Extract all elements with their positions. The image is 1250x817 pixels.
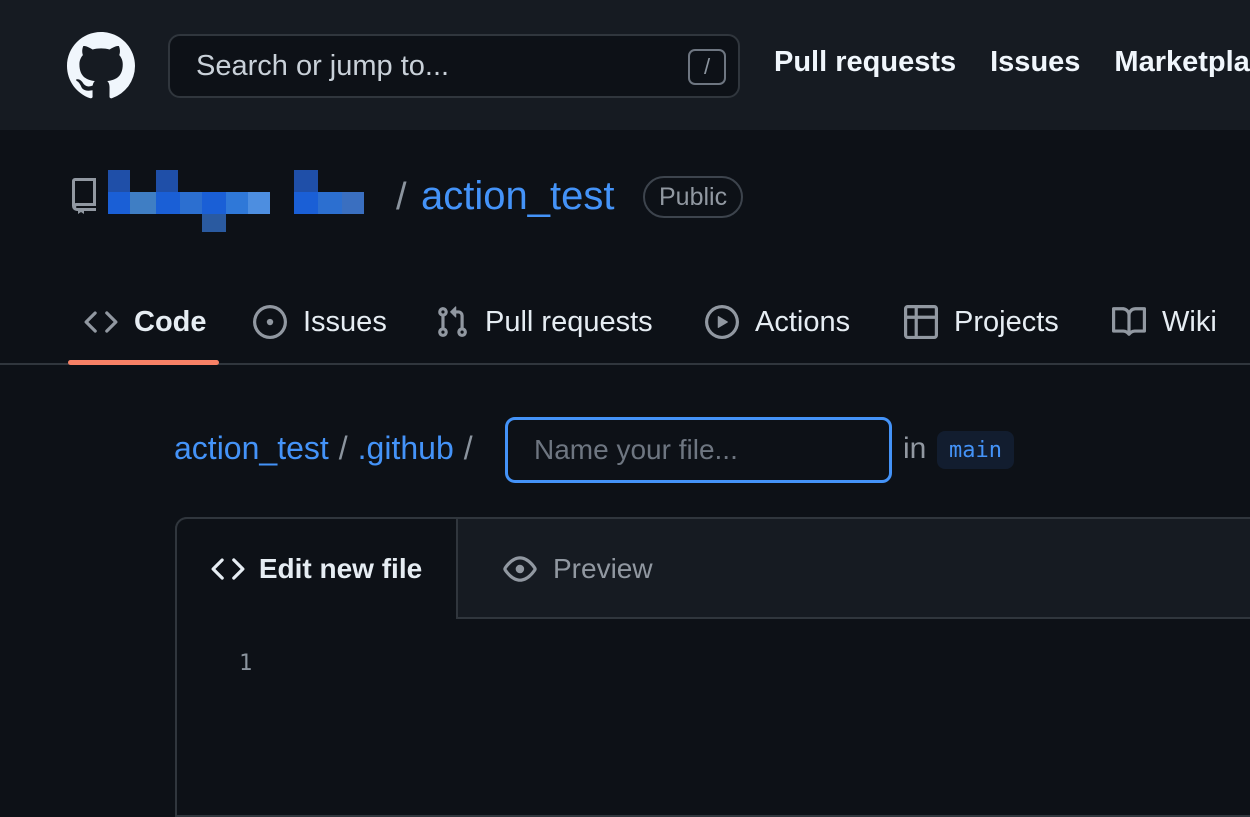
tab-wiki-label: Wiki (1162, 305, 1217, 338)
code-icon (211, 558, 245, 580)
breadcrumb: action_test / .github / (174, 430, 483, 467)
top-header: Search or jump to... / Pull requests Iss… (0, 0, 1250, 130)
file-editor[interactable]: Edit new file Preview 1 (175, 517, 1250, 817)
tab-code[interactable]: Code (84, 280, 207, 364)
search-placeholder: Search or jump to... (196, 49, 450, 82)
eye-icon (503, 556, 537, 582)
owner-name-redacted[interactable] (108, 170, 368, 234)
filename-input[interactable] (505, 417, 892, 483)
breadcrumb-folder-link[interactable]: .github (358, 430, 454, 467)
tab-edit-new-file-label: Edit new file (258, 553, 423, 584)
repo-tabs: Code Issues Pull requests Actions Projec… (0, 280, 1250, 365)
tab-issues[interactable]: Issues (253, 280, 387, 364)
top-nav: Pull requests Issues Marketplace (774, 46, 1250, 79)
repo-icon (72, 178, 96, 214)
book-icon (1112, 307, 1146, 336)
tab-wiki[interactable]: Wiki (1112, 280, 1217, 364)
tab-projects-label: Projects (954, 305, 1059, 338)
in-label: in (903, 432, 927, 465)
tab-code-label: Code (134, 305, 207, 338)
play-icon (705, 305, 739, 339)
tab-issues-label: Issues (303, 305, 387, 338)
tab-actions[interactable]: Actions (705, 280, 850, 364)
table-icon (904, 305, 938, 339)
search-shortcut-key: / (688, 49, 726, 85)
tab-pull-requests-label: Pull requests (485, 305, 653, 338)
breadcrumb-separator: / (338, 430, 348, 466)
branch-badge[interactable]: main (937, 431, 1014, 469)
issue-opened-icon (253, 305, 287, 339)
tab-pull-requests[interactable]: Pull requests (435, 280, 653, 364)
tab-preview-label: Preview (553, 553, 653, 584)
breadcrumb-separator: / (463, 430, 473, 466)
tab-preview[interactable]: Preview (503, 519, 653, 619)
nav-pull-requests[interactable]: Pull requests (774, 46, 956, 79)
tab-actions-label: Actions (755, 305, 851, 338)
github-logo-icon[interactable] (66, 32, 136, 100)
nav-marketplace[interactable]: Marketplace (1114, 46, 1250, 79)
tab-edit-new-file[interactable]: Edit new file (175, 517, 458, 619)
visibility-badge: Public (643, 176, 744, 218)
line-number: 1 (239, 651, 253, 676)
git-pull-request-icon (438, 306, 467, 337)
repo-separator: / (396, 176, 407, 218)
repo-name-link[interactable]: action_test (421, 174, 614, 219)
search-bar[interactable]: Search or jump to... / (168, 34, 740, 98)
active-tab-indicator (68, 360, 219, 365)
breadcrumb-repo-link[interactable]: action_test (174, 430, 329, 467)
code-icon (84, 311, 118, 333)
nav-issues[interactable]: Issues (990, 46, 1080, 79)
tab-projects[interactable]: Projects (904, 280, 1059, 364)
